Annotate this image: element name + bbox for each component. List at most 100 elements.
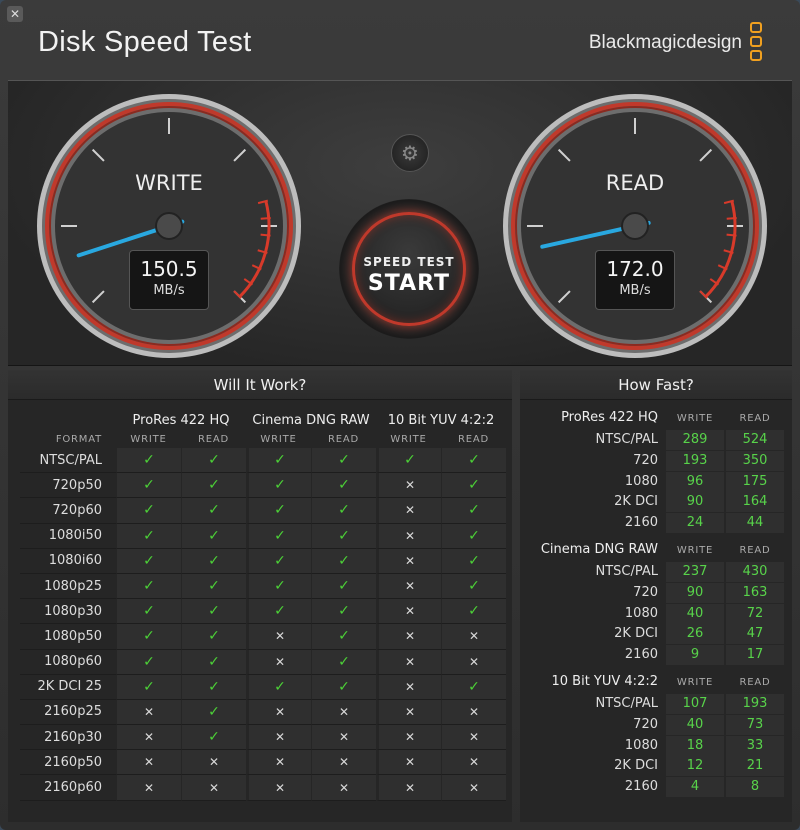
cross-icon: ✕: [404, 730, 416, 745]
brand-name: Blackmagicdesign: [588, 32, 742, 53]
list-item: 2160 4 8: [520, 777, 792, 798]
read-fps: 73: [726, 714, 784, 735]
format-label: 1080p30: [20, 599, 116, 625]
check-icon: ✓: [208, 452, 220, 469]
list-item: 2K DCI 12 21: [520, 756, 792, 777]
table-row: 2160p50 ✕ ✕ ✕ ✕ ✕ ✕: [20, 750, 506, 776]
list-item: 1080 18 33: [520, 735, 792, 757]
results-area: Will It Work? ProRes 422 HQ Cinema DNG R…: [8, 370, 792, 822]
write-header: WRITE: [676, 545, 714, 556]
check-icon: ✓: [338, 653, 350, 670]
sub-header: READ: [457, 433, 489, 445]
table-row: NTSC/PAL ✓ ✓ ✓ ✓ ✓ ✓: [20, 448, 506, 474]
list-item: 720 40 73: [520, 714, 792, 736]
check-icon: ✓: [116, 649, 181, 675]
check-icon: ✓: [116, 448, 181, 474]
check-icon: ✓: [181, 498, 246, 524]
check-icon: ✓: [143, 653, 155, 670]
write-header: WRITE: [676, 677, 714, 688]
cross-icon: ✕: [274, 704, 286, 719]
check-icon: ✓: [208, 653, 220, 670]
format-label: 1080p50: [20, 624, 116, 650]
read-fps: 163: [726, 582, 784, 603]
check-icon: ✓: [181, 573, 246, 600]
close-button[interactable]: ✕: [7, 6, 23, 22]
list-item: 2160 9 17: [520, 645, 792, 666]
cross-icon: ✕: [404, 528, 416, 543]
check-icon: ✓: [311, 448, 376, 474]
format-label: 720p50: [20, 473, 116, 499]
check-icon: ✓: [468, 452, 480, 469]
write-value: 150.5: [140, 257, 198, 281]
cross-icon: ✕: [116, 725, 181, 751]
read-header: READ: [739, 413, 771, 424]
group-header: 10 Bit YUV 4:2:2: [387, 412, 495, 428]
sub-header: READ: [327, 433, 359, 445]
cross-icon: ✕: [208, 780, 220, 795]
how-fast-block: Cinema DNG RAW WRITE READ NTSC/PAL 237 430 720…: [520, 540, 792, 666]
start-button[interactable]: SPEED TEST START: [339, 199, 479, 339]
list-item: 720 90 163: [520, 582, 792, 604]
resolution-label: 2160: [624, 515, 658, 531]
read-gauge-redline-tick: [726, 233, 737, 237]
table-row: 2160p60 ✕ ✕ ✕ ✕ ✕ ✕: [20, 775, 506, 801]
check-icon: ✓: [311, 548, 376, 574]
read-unit: MB/s: [619, 283, 651, 298]
check-icon: ✓: [311, 523, 376, 549]
table-row: 720p60 ✓ ✓ ✓ ✓ ✕ ✓: [20, 498, 506, 524]
cross-icon: ✕: [441, 649, 506, 675]
read-value: 172.0: [606, 257, 664, 281]
cross-icon: ✕: [246, 775, 311, 801]
sub-header: WRITE: [260, 433, 297, 445]
format-label: 2160p25: [20, 700, 116, 726]
settings-button[interactable]: ⚙: [391, 134, 429, 172]
write-gauge-redline-tick: [260, 233, 271, 237]
check-icon: ✓: [274, 678, 286, 695]
cross-icon: ✕: [143, 730, 155, 745]
format-label: 720p60: [20, 498, 116, 524]
write-fps: 24: [666, 513, 724, 534]
cross-icon: ✕: [181, 775, 246, 801]
check-icon: ✓: [116, 674, 181, 700]
cross-icon: ✕: [208, 755, 220, 770]
cross-icon: ✕: [311, 750, 376, 776]
format-label: 1080p60: [20, 650, 116, 675]
write-unit: MB/s: [153, 283, 185, 298]
check-icon: ✓: [311, 473, 376, 499]
resolution-label: NTSC/PAL: [595, 564, 658, 579]
read-fps: 193: [726, 694, 784, 714]
cross-icon: ✕: [404, 604, 416, 619]
read-fps: 21: [726, 756, 784, 777]
list-item: 2160 24 44: [520, 513, 792, 534]
sub-header: READ: [197, 433, 229, 445]
check-icon: ✓: [468, 477, 480, 494]
check-icon: ✓: [338, 452, 350, 469]
start-button-ring: SPEED TEST START: [352, 212, 466, 326]
read-fps: 430: [726, 562, 784, 582]
cross-icon: ✕: [376, 775, 441, 801]
check-icon: ✓: [208, 477, 220, 494]
check-icon: ✓: [208, 729, 220, 746]
check-icon: ✓: [274, 452, 286, 469]
read-header: READ: [739, 545, 771, 556]
check-icon: ✓: [208, 628, 220, 645]
write-header: WRITE: [676, 413, 714, 424]
check-icon: ✓: [143, 678, 155, 695]
format-label: 2K DCI 25: [20, 675, 116, 700]
list-item: 2K DCI 90 164: [520, 492, 792, 513]
cross-icon: ✕: [468, 704, 480, 719]
format-label: 2160p60: [20, 775, 116, 801]
format-label: 1080i50: [20, 524, 116, 549]
check-icon: ✓: [338, 552, 350, 569]
will-it-work-table: ProRes 422 HQ Cinema DNG RAW 10 Bit YUV …: [20, 410, 506, 801]
cross-icon: ✕: [404, 704, 416, 719]
app-title: Disk Speed Test: [38, 26, 252, 58]
format-header: FORMAT: [55, 433, 102, 445]
cross-icon: ✕: [376, 725, 441, 751]
read-fps: 350: [726, 450, 784, 471]
group-header: Cinema DNG RAW: [252, 412, 370, 428]
read-readout: 172.0 MB/s: [595, 250, 675, 310]
will-it-work-panel: Will It Work? ProRes 422 HQ Cinema DNG R…: [8, 370, 512, 822]
will-it-work-rows: NTSC/PAL ✓ ✓ ✓ ✓ ✓ ✓ 720p50 ✓ ✓ ✓ ✓ ✕ ✓ 720p60 ✓ ✓ ✓ ✓ ✕ ✓ 10…: [20, 448, 506, 801]
check-icon: ✓: [468, 678, 480, 695]
